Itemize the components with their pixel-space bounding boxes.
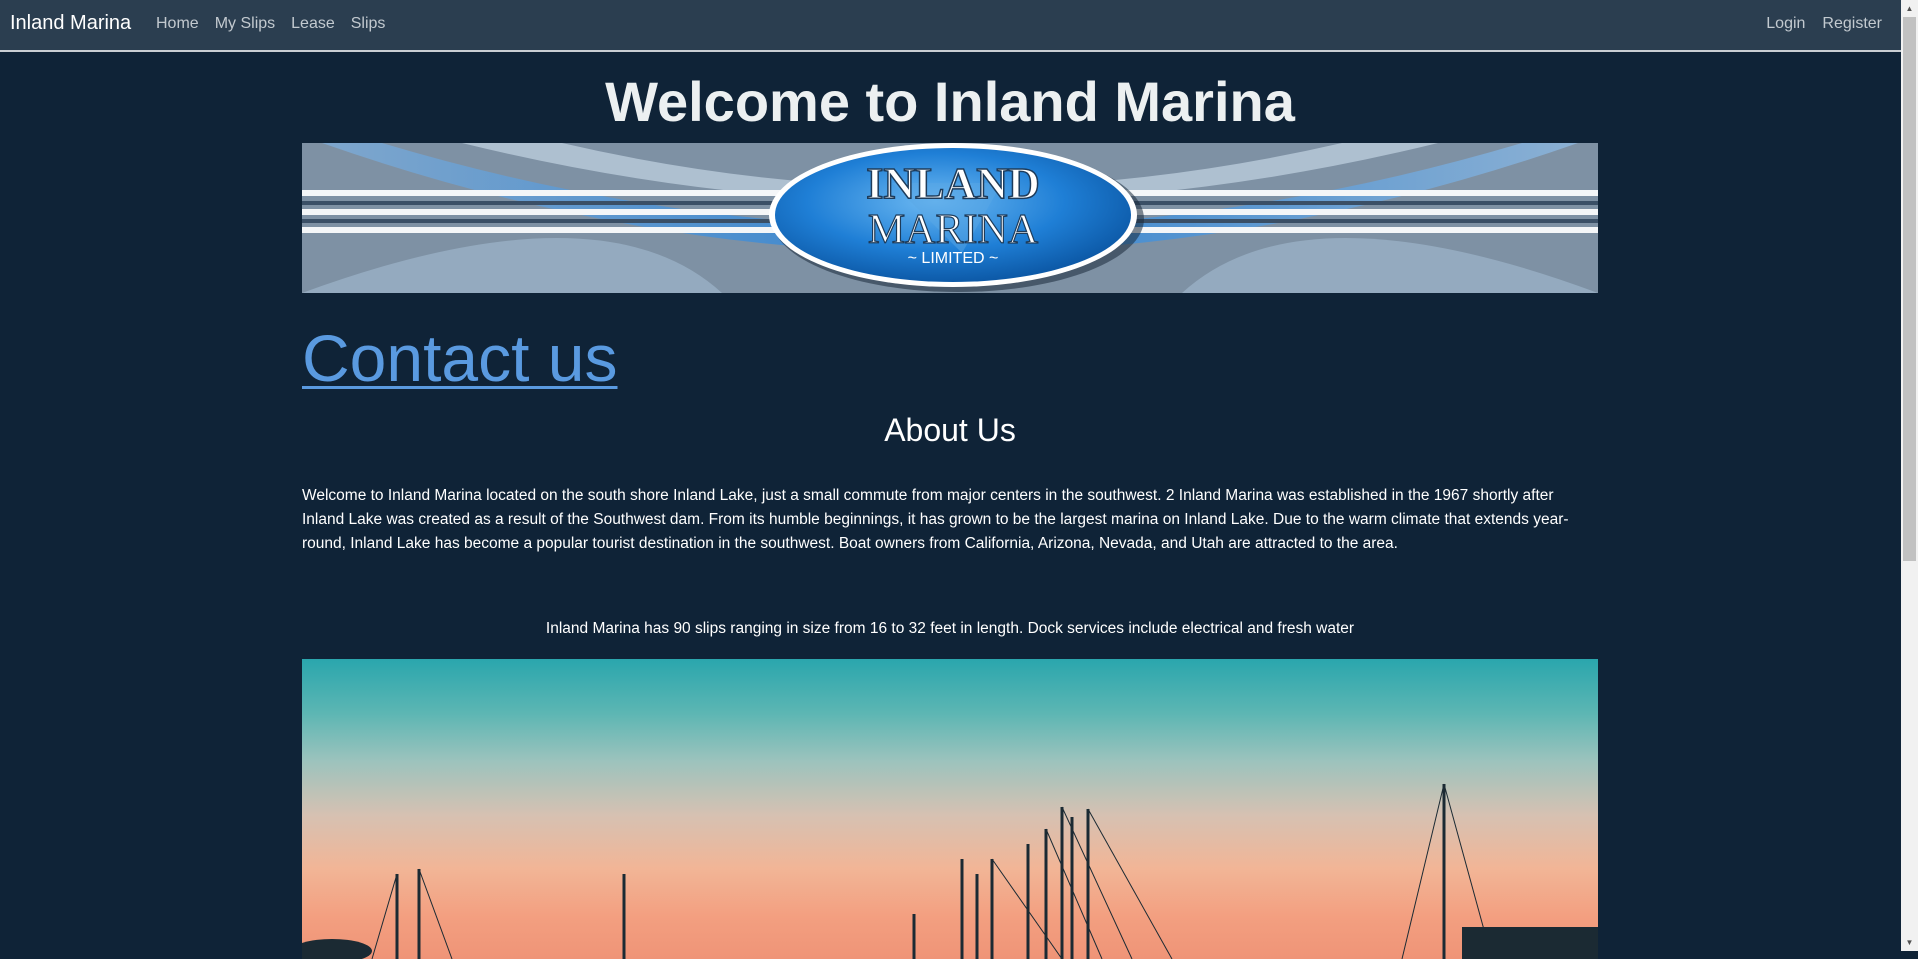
login-link[interactable]: Login — [1766, 15, 1805, 33]
logo-text-limited: ~ LIMITED ~ — [908, 250, 999, 267]
nav-link-lease[interactable]: Lease — [291, 15, 335, 33]
nav-link-slips[interactable]: Slips — [351, 15, 386, 33]
page-title: Welcome to Inland Marina — [605, 70, 1295, 133]
scroll-down-arrow-icon[interactable]: ▼ — [1901, 934, 1918, 951]
slips-info-text: Inland Marina has 90 slips ranging in si… — [545, 620, 1355, 637]
brand-link[interactable]: Inland Marina — [10, 12, 131, 35]
nav-account-links: Login Register — [1766, 15, 1882, 33]
nav-links: Home My Slips Lease Slips — [156, 15, 385, 33]
logo-text-inland: INLAND — [866, 159, 1040, 208]
about-us-text: Welcome to Inland Marina located on the … — [302, 487, 1569, 552]
marina-banner: INLAND MARINA ~ LIMITED ~ — [302, 143, 1598, 293]
logo-text-marina: MARINA — [868, 207, 1039, 253]
sailboat-masts-image — [302, 783, 1598, 959]
vertical-scrollbar[interactable]: ▲ ▼ — [1901, 0, 1918, 951]
nav-link-home[interactable]: Home — [156, 15, 199, 33]
navbar: Inland Marina Home My Slips Lease Slips … — [0, 0, 1918, 52]
register-link[interactable]: Register — [1822, 15, 1882, 33]
contact-us-link[interactable]: Contact us — [302, 320, 618, 396]
nav-link-my-slips[interactable]: My Slips — [215, 15, 275, 33]
scroll-up-arrow-icon[interactable]: ▲ — [1901, 0, 1918, 17]
marina-sunset-photo — [302, 659, 1598, 959]
marina-logo-image: INLAND MARINA ~ LIMITED ~ — [302, 143, 1598, 293]
about-us-heading: About Us — [884, 412, 1016, 448]
scrollbar-thumb[interactable] — [1903, 17, 1916, 561]
